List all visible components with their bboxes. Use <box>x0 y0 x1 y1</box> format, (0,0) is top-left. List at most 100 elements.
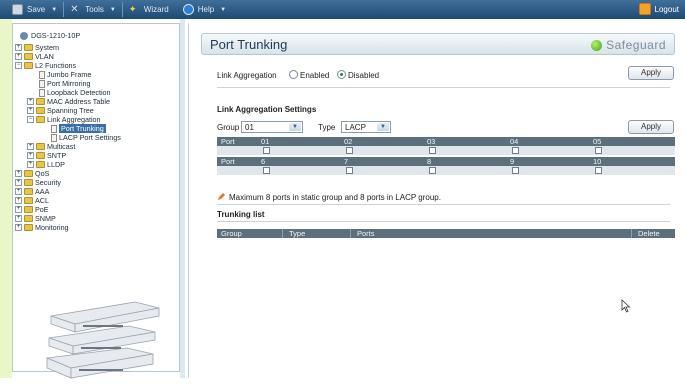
page-title: Port Trunking <box>210 37 288 52</box>
divider <box>217 204 670 205</box>
expand-icon[interactable]: + <box>15 170 22 177</box>
port-checkbox[interactable] <box>512 167 519 174</box>
tree-item-port-trunking[interactable]: Port Trunking <box>51 124 106 133</box>
folder-icon <box>24 44 33 51</box>
tree-item-label: ACL <box>35 196 49 205</box>
tree-item-monitoring[interactable]: + Monitoring <box>15 223 69 232</box>
port-checkbox[interactable] <box>595 167 602 174</box>
expand-icon[interactable]: + <box>15 188 22 195</box>
help-icon <box>182 4 194 15</box>
logout-label: Logout <box>654 4 679 14</box>
tree-item-label: Jumbo Frame <box>47 70 92 79</box>
tree-item-acl[interactable]: + ACL <box>15 196 49 205</box>
tree-root[interactable]: DGS-1210-10P <box>20 31 80 40</box>
tree-item-label: LACP Port Settings <box>59 133 121 142</box>
tree-item-label: Loopback Detection <box>47 88 111 97</box>
port-number: 8 <box>427 157 432 166</box>
tree-item-jumbo-frame[interactable]: Jumbo Frame <box>39 70 91 79</box>
collapse-icon[interactable]: − <box>15 62 22 69</box>
logout-icon <box>638 3 651 15</box>
type-label: Type <box>318 123 336 132</box>
tree-item-spanning-tree[interactable]: + Spanning Tree <box>27 106 94 115</box>
tree-item-label: Port Mirroring <box>47 79 91 88</box>
port-number: 02 <box>344 137 353 146</box>
group-select[interactable]: 01 ▼ <box>241 121 303 133</box>
enabled-radio[interactable] <box>289 70 298 79</box>
folder-open-icon <box>36 116 45 123</box>
chevron-down-icon: ▼ <box>220 6 227 13</box>
tree-item-lacp-port-settings[interactable]: LACP Port Settings <box>51 133 121 142</box>
port-checkbox[interactable] <box>595 147 602 154</box>
port-checkbox[interactable] <box>263 167 270 174</box>
port-label: Port <box>221 137 235 146</box>
page-icon <box>51 133 57 142</box>
main-content: Port Trunking Safeguard Link Aggregation… <box>188 23 685 378</box>
tree-item-l2-functions[interactable]: − L2 Functions <box>15 61 76 70</box>
save-menu[interactable]: Save ▼ <box>8 0 61 19</box>
tree-item-vlan[interactable]: + VLAN <box>15 52 54 61</box>
expand-icon[interactable]: + <box>27 152 34 159</box>
chevron-down-icon: ▼ <box>289 123 301 131</box>
settings-apply-button[interactable]: Apply <box>628 120 674 134</box>
port-limit-note: Maximum 8 ports in static group and 8 po… <box>229 193 441 202</box>
expand-icon[interactable]: + <box>15 224 22 231</box>
disabled-label: Disabled <box>348 71 380 80</box>
page-title-bar: Port Trunking Safeguard <box>201 33 675 55</box>
tree-item-security[interactable]: + Security <box>15 178 61 187</box>
expand-icon[interactable]: + <box>15 179 22 186</box>
expand-icon[interactable]: + <box>15 197 22 204</box>
port-checkbox[interactable] <box>346 167 353 174</box>
tree-item-system[interactable]: + System <box>15 43 59 52</box>
help-menu[interactable]: Help ▼ <box>179 0 230 19</box>
disabled-radio[interactable] <box>337 70 346 79</box>
safeguard-label: Safeguard <box>606 38 666 52</box>
port-checkbox[interactable] <box>512 147 519 154</box>
expand-icon[interactable]: + <box>15 53 22 60</box>
link-aggregation-label: Link Aggregation <box>217 71 277 80</box>
tree-item-loopback-detection[interactable]: Loopback Detection <box>39 88 111 97</box>
port-number: 04 <box>510 137 519 146</box>
tree-item-mac-address-table[interactable]: + MAC Address Table <box>27 97 110 106</box>
expand-icon[interactable]: + <box>27 107 34 114</box>
port-header-row: Port 6 7 8 9 10 <box>217 157 675 166</box>
expand-icon[interactable]: + <box>15 44 22 51</box>
safeguard-indicator: Safeguard <box>591 38 666 52</box>
pane-divider[interactable] <box>180 19 185 378</box>
port-checkbox[interactable] <box>346 147 353 154</box>
tree-item-qos[interactable]: + QoS <box>15 169 49 178</box>
port-checkbox[interactable] <box>263 147 270 154</box>
expand-icon[interactable]: + <box>27 161 34 168</box>
tree-item-label: Spanning Tree <box>47 106 94 115</box>
expand-icon[interactable]: + <box>15 206 22 213</box>
expand-icon[interactable]: + <box>27 143 34 150</box>
tree-item-aaa[interactable]: + AAA <box>15 187 49 196</box>
folder-icon <box>36 161 45 168</box>
chevron-down-icon: ▼ <box>377 123 389 131</box>
folder-icon <box>24 215 33 222</box>
tree-item-poe[interactable]: + PoE <box>15 205 49 214</box>
tools-menu[interactable]: ✕ Tools ▼ <box>66 0 120 19</box>
tree-item-label: Multicast <box>47 142 76 151</box>
folder-icon <box>24 188 33 195</box>
port-checkbox[interactable] <box>429 167 436 174</box>
apply-button[interactable]: Apply <box>628 66 674 80</box>
expand-icon[interactable]: + <box>15 215 22 222</box>
port-checkbox[interactable] <box>429 147 436 154</box>
port-checkbox-row <box>217 146 675 155</box>
wizard-label: Wizard <box>143 5 169 14</box>
tree-item-sntp[interactable]: + SNTP <box>27 151 66 160</box>
column-header-group: Group <box>221 229 242 238</box>
type-select[interactable]: LACP ▼ <box>341 121 391 133</box>
folder-icon <box>36 107 45 114</box>
logout-button[interactable]: Logout <box>638 3 679 15</box>
tree-item-lldp[interactable]: + LLDP <box>27 160 65 169</box>
tree-item-port-mirroring[interactable]: Port Mirroring <box>39 79 91 88</box>
tree-item-multicast[interactable]: + Multicast <box>27 142 75 151</box>
tree-item-snmp[interactable]: + SNMP <box>15 214 56 223</box>
expand-icon[interactable]: + <box>27 98 34 105</box>
folder-icon <box>36 152 45 159</box>
tree-item-link-aggregation[interactable]: − Link Aggregation <box>27 115 101 124</box>
collapse-icon[interactable]: − <box>27 116 34 123</box>
wizard-button[interactable]: ✦ Wizard <box>125 0 173 19</box>
save-label: Save <box>27 5 46 14</box>
